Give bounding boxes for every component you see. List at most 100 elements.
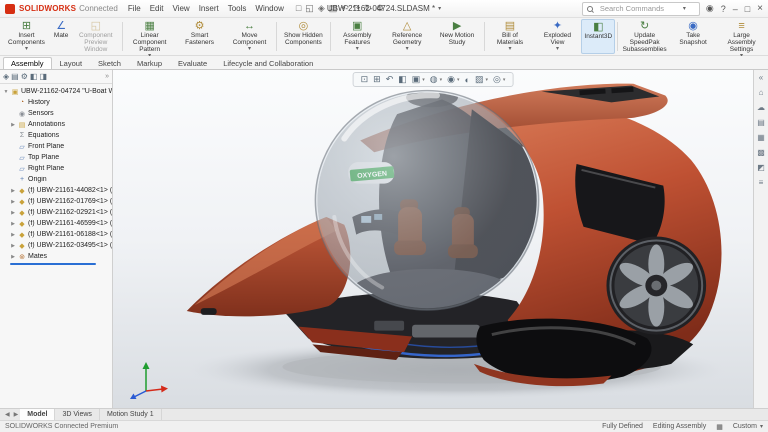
grid-icon[interactable]: ▦ xyxy=(716,423,723,431)
dropdown-arrow-icon[interactable]: ▾ xyxy=(457,77,460,83)
graphics-viewport[interactable]: OXYGEN xyxy=(113,70,753,408)
custom-properties-icon[interactable]: ≡ xyxy=(759,178,764,187)
tab-3d-views[interactable]: 3D Views xyxy=(55,409,99,420)
displaymanager-tab-icon[interactable]: ◨ xyxy=(39,72,47,81)
take-snapshot-button[interactable]: ◉ Take Snapshot xyxy=(670,19,716,54)
assembly-features-button[interactable]: ▣ Assembly Features ▾ xyxy=(333,19,382,54)
collapse-chevron-icon[interactable]: « xyxy=(759,73,763,82)
tree-item-component[interactable]: ▶ ◆ (f) UBW-21162-01769<1> ("Human f xyxy=(0,196,112,207)
section-view-icon[interactable]: ◧ xyxy=(398,74,407,85)
close-icon[interactable]: × xyxy=(757,3,763,14)
edit-appearance-icon[interactable]: ◐ xyxy=(465,75,470,85)
dimxpertmanager-tab-icon[interactable]: ◧ xyxy=(30,72,38,81)
large-assembly-settings-button[interactable]: ≡ Large Assembly Settings ▾ xyxy=(717,19,766,54)
expand-arrow-icon[interactable]: ▶ xyxy=(10,243,16,249)
tree-item-front-plane[interactable]: ▱ Front Plane xyxy=(0,141,112,152)
expand-arrow-icon[interactable]: ▶ xyxy=(10,232,16,238)
tree-item-top-plane[interactable]: ▱ Top Plane xyxy=(0,152,112,163)
view-settings-icon[interactable]: ◎ xyxy=(493,74,501,85)
open-icon[interactable]: ◱ xyxy=(305,3,314,14)
design-library-icon[interactable]: ▤ xyxy=(757,118,765,127)
menu-view[interactable]: View xyxy=(170,4,193,13)
dropdown-arrow-icon[interactable]: ▾ xyxy=(486,77,489,83)
tree-item-component[interactable]: ▶ ◆ (f) UBW-21162-03495<1> ("Auto Co xyxy=(0,240,112,251)
dropdown-arrow-icon[interactable]: ▾ xyxy=(356,46,359,52)
configurationmanager-tab-icon[interactable]: ⚙ xyxy=(21,72,28,81)
tree-root[interactable]: ▼ ▣ UBW-21162-04724 "U-Boat Worx NEMO xyxy=(0,86,112,97)
new-motion-study-button[interactable]: ▶ New Motion Study xyxy=(433,19,482,54)
dropdown-arrow-icon[interactable]: ▾ xyxy=(422,77,425,83)
view-palette-icon[interactable]: ▩ xyxy=(757,148,765,157)
linear-component-pattern-button[interactable]: ▦ Linear Component Pattern ▾ xyxy=(125,19,174,54)
cloud-services-icon[interactable]: ☁ xyxy=(757,103,765,112)
save-icon[interactable]: ◈ xyxy=(318,3,325,14)
rollback-bar[interactable] xyxy=(10,263,96,265)
document-dropdown-icon[interactable]: ▾ xyxy=(438,6,441,12)
dropdown-arrow-icon[interactable]: ▾ xyxy=(508,46,511,52)
search-dropdown-icon[interactable]: ▾ xyxy=(683,6,686,12)
tab-sketch[interactable]: Sketch xyxy=(90,57,129,69)
tree-item-annotations[interactable]: ▶ ▤ Annotations xyxy=(0,119,112,130)
tab-layout[interactable]: Layout xyxy=(52,57,91,69)
zoom-to-area-icon[interactable]: ⊞ xyxy=(373,74,381,85)
tab-scroll-right-icon[interactable]: ▶ xyxy=(12,411,21,418)
panel-expand-icon[interactable]: » xyxy=(105,73,109,80)
hide-show-items-icon[interactable]: ◉ xyxy=(447,74,455,85)
tab-motion-study-1[interactable]: Motion Study 1 xyxy=(100,409,162,420)
tab-evaluate[interactable]: Evaluate xyxy=(170,57,215,69)
new-icon[interactable]: □ xyxy=(296,3,301,14)
tree-item-component[interactable]: ▶ ◆ (f) UBW-21161-44082<1> ("Exostruc xyxy=(0,185,112,196)
minimize-icon[interactable]: – xyxy=(733,4,738,14)
menu-edit[interactable]: Edit xyxy=(147,4,167,13)
smart-fasteners-button[interactable]: ⚙ Smart Fasteners xyxy=(175,19,224,54)
search-commands-box[interactable]: ▾ xyxy=(582,2,700,16)
featuremanager-tab-icon[interactable]: ◈ xyxy=(3,72,9,81)
expand-arrow-icon[interactable]: ▶ xyxy=(10,221,16,227)
tree-item-component[interactable]: ▶ ◆ (f) UBW-21161-06188<1> ("Shape El xyxy=(0,229,112,240)
tree-item-sensors[interactable]: ◉ Sensors xyxy=(0,108,112,119)
appearances-scenes-icon[interactable]: ◩ xyxy=(757,163,765,172)
component-preview-window-button[interactable]: ◱ Component Preview Window xyxy=(71,19,120,54)
tree-item-component[interactable]: ▶ ◆ (f) UBW-21162-02921<1> ("Battery S xyxy=(0,207,112,218)
search-input[interactable] xyxy=(598,3,680,14)
maximize-icon[interactable]: □ xyxy=(745,4,750,14)
configuration-selector[interactable]: Custom ▾ xyxy=(733,423,763,430)
display-style-icon[interactable]: ◍ xyxy=(430,74,438,85)
propertymanager-tab-icon[interactable]: ▤ xyxy=(11,72,19,81)
apply-scene-icon[interactable]: ▨ xyxy=(475,74,484,85)
tree-item-component[interactable]: ▶ ◆ (f) UBW-21161-46599<1> ("Interior" xyxy=(0,218,112,229)
exploded-view-button[interactable]: ✦ Exploded View ▾ xyxy=(535,19,581,54)
dropdown-arrow-icon[interactable]: ▾ xyxy=(440,77,443,83)
tab-lifecycle-collaboration[interactable]: Lifecycle and Collaboration xyxy=(215,57,321,69)
move-component-button[interactable]: ↔ Move Component ▾ xyxy=(225,19,274,54)
insert-components-button[interactable]: ⊞ Insert Components ▾ xyxy=(2,19,51,54)
expand-arrow-icon[interactable]: ▶ xyxy=(10,254,16,260)
menu-insert[interactable]: Insert xyxy=(196,4,222,13)
instant3d-button[interactable]: ◧ Instant3D xyxy=(581,19,615,54)
view-orientation-icon[interactable]: ▣ xyxy=(412,74,421,85)
tab-assembly[interactable]: Assembly xyxy=(3,57,52,69)
dropdown-arrow-icon[interactable]: ▾ xyxy=(248,46,251,52)
tree-item-right-plane[interactable]: ▱ Right Plane xyxy=(0,163,112,174)
zoom-to-fit-icon[interactable]: ⊡ xyxy=(361,74,369,85)
menu-tools[interactable]: Tools xyxy=(225,4,250,13)
collapse-arrow-icon[interactable]: ▼ xyxy=(3,89,9,95)
expand-arrow-icon[interactable]: ▶ xyxy=(10,188,16,194)
dropdown-arrow-icon[interactable]: ▾ xyxy=(25,46,28,52)
tab-model[interactable]: Model xyxy=(20,409,55,420)
tree-item-equations[interactable]: Σ Equations xyxy=(0,130,112,141)
tab-markup[interactable]: Markup xyxy=(129,57,170,69)
previous-view-icon[interactable]: ↶ xyxy=(386,74,394,85)
model-3d-view[interactable]: OXYGEN xyxy=(113,70,753,408)
tree-item-origin[interactable]: + Origin xyxy=(0,174,112,185)
menu-window[interactable]: Window xyxy=(252,4,286,13)
help-icon[interactable]: ? xyxy=(721,4,726,14)
user-account-icon[interactable]: ◉ xyxy=(706,3,714,14)
tree-item-mates[interactable]: ▶ ⊚ Mates xyxy=(0,251,112,262)
expand-arrow-icon[interactable]: ▶ xyxy=(10,210,16,216)
home-icon[interactable]: ⌂ xyxy=(759,88,764,97)
dropdown-arrow-icon[interactable]: ▾ xyxy=(556,46,559,52)
menu-file[interactable]: File xyxy=(125,4,144,13)
dropdown-arrow-icon[interactable]: ▾ xyxy=(503,77,506,83)
show-hidden-components-button[interactable]: ◎ Show Hidden Components xyxy=(279,19,328,54)
